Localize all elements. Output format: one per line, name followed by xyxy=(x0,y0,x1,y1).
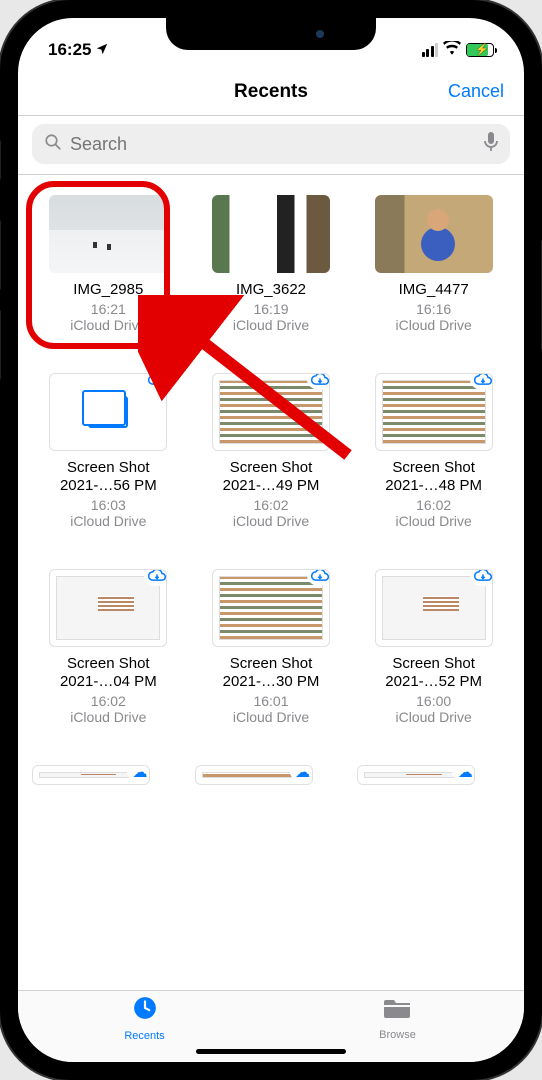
tab-browse[interactable]: Browse xyxy=(271,991,524,1046)
file-thumbnail xyxy=(212,569,330,647)
file-time: 16:02 xyxy=(253,497,288,513)
cloud-download-icon xyxy=(144,569,167,586)
file-thumbnail xyxy=(375,373,493,451)
page-title: Recents xyxy=(234,81,308,103)
location-services-icon xyxy=(95,42,109,59)
notch xyxy=(166,18,376,50)
file-thumbnail xyxy=(49,195,167,273)
file-name: Screen Shot 2021-…30 PM xyxy=(203,655,338,691)
file-thumbnail xyxy=(375,569,493,647)
file-location: iCloud Drive xyxy=(70,513,146,529)
tab-recents[interactable]: Recents xyxy=(18,991,271,1046)
file-item[interactable]: Screen Shot 2021-…52 PM 16:00iCloud Drive xyxy=(357,569,510,725)
file-time: 16:21 xyxy=(91,301,126,317)
cancel-button[interactable]: Cancel xyxy=(448,81,504,102)
file-location: iCloud Drive xyxy=(233,513,309,529)
search-bar[interactable] xyxy=(32,124,510,164)
clock-icon xyxy=(132,995,158,1028)
file-name: Screen Shot 2021-…52 PM xyxy=(366,655,501,691)
cellular-signal-icon xyxy=(422,43,439,57)
cloud-download-icon xyxy=(307,569,330,586)
file-location: iCloud Drive xyxy=(396,513,472,529)
search-container xyxy=(18,116,524,175)
file-time: 16:19 xyxy=(253,301,288,317)
file-location: iCloud Drive xyxy=(233,709,309,725)
file-item[interactable]: Screen Shot 2021-…30 PM 16:01iCloud Drive xyxy=(195,569,348,725)
file-time: 16:02 xyxy=(416,497,451,513)
file-item[interactable]: Screen Shot 2021-…56 PM 16:03iCloud Drive xyxy=(32,373,185,529)
file-name: IMG_4477 xyxy=(399,281,469,299)
file-time: 16:03 xyxy=(91,497,126,513)
file-name: Screen Shot 2021-…56 PM xyxy=(41,459,176,495)
file-item[interactable]: Screen Shot 2021-…49 PM 16:02iCloud Drive xyxy=(195,373,348,529)
file-item[interactable]: IMG_4477 16:16iCloud Drive xyxy=(357,195,510,333)
file-time: 16:02 xyxy=(91,693,126,709)
search-icon xyxy=(44,133,62,156)
phone-frame: 16:25 ⚡ Recents Cancel xyxy=(0,0,542,1080)
file-thumbnail xyxy=(212,373,330,451)
file-location: iCloud Drive xyxy=(70,317,146,333)
file-location: iCloud Drive xyxy=(70,709,146,725)
status-time: 16:25 xyxy=(48,40,91,60)
file-item[interactable]: Screen Shot 2021-…04 PM 16:02iCloud Drive xyxy=(32,569,185,725)
file-thumbnail xyxy=(212,195,330,273)
microphone-icon[interactable] xyxy=(484,132,498,157)
file-name: IMG_3622 xyxy=(236,281,306,299)
file-name: Screen Shot 2021-…49 PM xyxy=(203,459,338,495)
cloud-download-icon xyxy=(144,373,167,390)
cloud-download-icon xyxy=(307,373,330,390)
volume-up-button xyxy=(0,220,1,290)
wifi-icon xyxy=(443,40,461,60)
file-time: 16:01 xyxy=(253,693,288,709)
file-item[interactable]: IMG_2985 16:21iCloud Drive xyxy=(32,195,185,333)
cloud-download-icon xyxy=(470,569,493,586)
cloud-download-icon xyxy=(470,373,493,390)
file-name: IMG_2985 xyxy=(73,281,143,299)
search-input[interactable] xyxy=(70,134,476,155)
file-item[interactable]: Screen Shot 2021-…48 PM 16:02iCloud Drive xyxy=(357,373,510,529)
volume-down-button xyxy=(0,310,1,380)
battery-icon: ⚡ xyxy=(466,43,494,57)
tab-recents-label: Recents xyxy=(124,1030,164,1042)
tab-browse-label: Browse xyxy=(379,1029,416,1041)
file-thumbnail xyxy=(49,569,167,647)
file-location: iCloud Drive xyxy=(233,317,309,333)
navigation-bar: Recents Cancel xyxy=(18,68,524,116)
file-thumbnail xyxy=(375,195,493,273)
file-time: 16:00 xyxy=(416,693,451,709)
file-location: iCloud Drive xyxy=(396,709,472,725)
folder-icon xyxy=(384,996,412,1027)
file-grid-container: IMG_298516:21iCloud DriveIMG_362216:19iC… xyxy=(18,175,524,990)
file-time: 16:16 xyxy=(416,301,451,317)
partial-next-row: ☁ ☁ ☁ xyxy=(32,765,510,785)
file-name: Screen Shot 2021-…48 PM xyxy=(366,459,501,495)
file-thumbnail xyxy=(49,373,167,451)
file-location: iCloud Drive xyxy=(396,317,472,333)
mute-switch xyxy=(0,140,1,180)
file-item[interactable]: IMG_3622 16:19iCloud Drive xyxy=(195,195,348,333)
screen: 16:25 ⚡ Recents Cancel xyxy=(18,18,524,1062)
file-name: Screen Shot 2021-…04 PM xyxy=(41,655,176,691)
home-indicator[interactable] xyxy=(196,1049,346,1054)
